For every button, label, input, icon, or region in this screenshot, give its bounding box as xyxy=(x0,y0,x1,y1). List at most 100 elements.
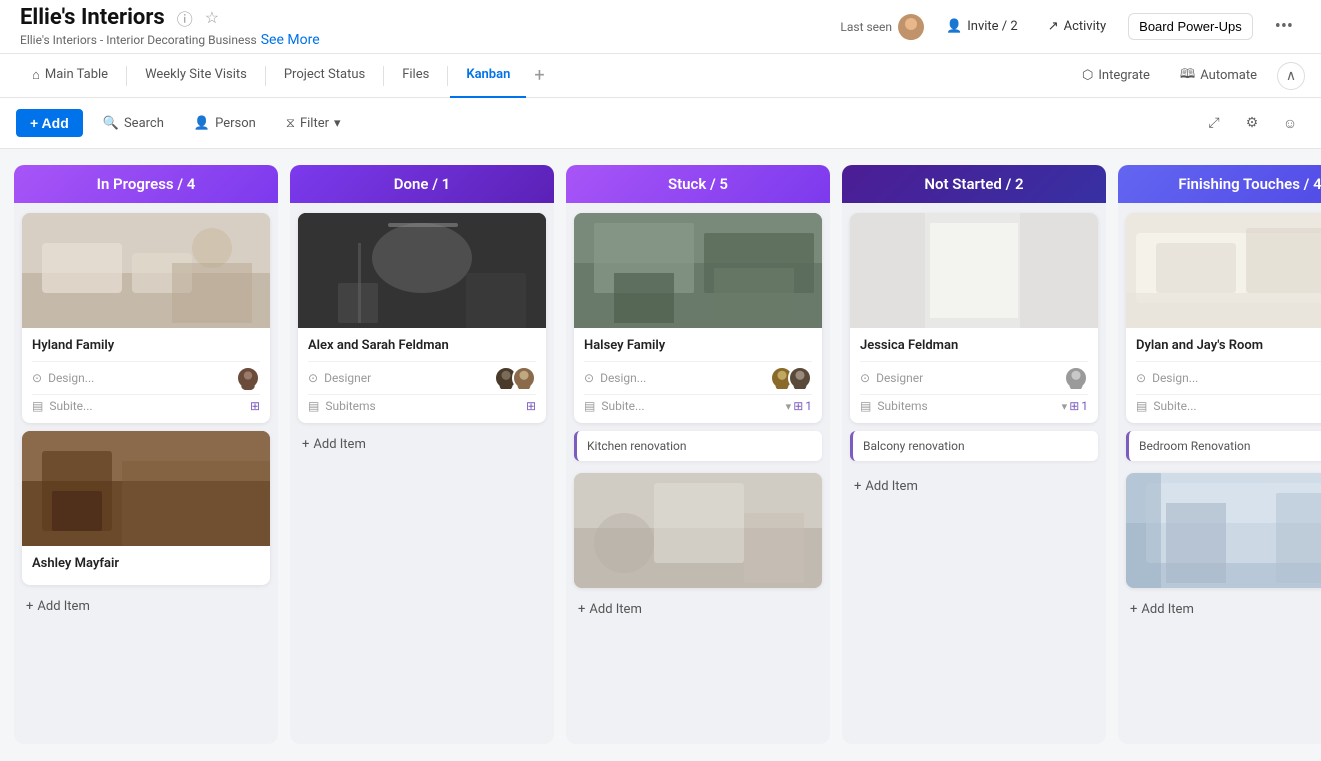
invite-button[interactable]: 👤 Invite / 2 xyxy=(938,15,1026,38)
card-halsey-second[interactable] xyxy=(574,473,822,588)
not-started-add-item-icon: + xyxy=(854,479,861,494)
column-not-started-body: Jessica Feldman ⊙ Designer ▤ Subitems xyxy=(842,203,1106,744)
add-button[interactable]: + Add xyxy=(16,109,83,137)
app-title: Ellie's Interiors xyxy=(20,5,165,30)
tab-project-status[interactable]: Project Status xyxy=(268,54,381,98)
halsey-subitems-count: 1 xyxy=(805,399,812,413)
bedroom-subitem-label: Bedroom Renovation xyxy=(1139,439,1250,453)
card-alex-image xyxy=(298,213,546,328)
tab-separator-2 xyxy=(265,66,266,86)
column-finishing-header: Finishing Touches / 4 xyxy=(1118,165,1321,203)
tab-weekly-site-visits[interactable]: Weekly Site Visits xyxy=(129,54,263,98)
halsey-subitems-icon: ▤ xyxy=(584,399,595,413)
board-power-ups-button[interactable]: Board Power-Ups xyxy=(1128,13,1253,40)
add-tab-button[interactable]: + xyxy=(526,65,552,86)
finishing-add-item[interactable]: + Add Item xyxy=(1126,596,1321,623)
integrate-button[interactable]: ⬡ Integrate xyxy=(1072,64,1160,87)
card-alex-sarah[interactable]: Alex and Sarah Feldman ⊙ Designer xyxy=(298,213,546,423)
tab-main-table[interactable]: ⌂ Main Table xyxy=(16,54,124,98)
info-icon[interactable]: ⓘ xyxy=(177,6,193,30)
more-options-button[interactable]: ••• xyxy=(1267,12,1301,41)
card-ashley-mayfair[interactable]: Ashley Mayfair xyxy=(22,431,270,585)
expand-icon[interactable]: ⤢ xyxy=(1199,108,1229,138)
dylan-designer-icon: ⊙ xyxy=(1136,371,1146,385)
stuck-add-item-label: Add Item xyxy=(589,602,641,617)
home-icon: ⌂ xyxy=(32,67,40,83)
card-halsey-body: Halsey Family ⊙ Design... xyxy=(574,328,822,423)
card-halsey-title: Halsey Family xyxy=(584,338,812,353)
filter-button[interactable]: ⧖ Filter ▾ xyxy=(276,110,351,137)
tab-files[interactable]: Files xyxy=(386,54,445,98)
activity-button[interactable]: ↗ Activity xyxy=(1040,15,1114,38)
column-done-body: Alex and Sarah Feldman ⊙ Designer xyxy=(290,203,554,744)
card-jessica[interactable]: Jessica Feldman ⊙ Designer ▤ Subitems xyxy=(850,213,1098,423)
search-icon: 🔍 xyxy=(103,116,119,131)
card-alex-designer-field: ⊙ Designer xyxy=(308,361,536,394)
alex-subitems-label: Subitems xyxy=(325,399,375,413)
in-progress-add-item[interactable]: + Add Item xyxy=(22,593,270,620)
toolbar-right: ⤢ ⚙ ☺ xyxy=(1199,108,1305,138)
activity-label: Activity xyxy=(1064,19,1107,34)
subitems-field-icon: ▤ xyxy=(32,399,43,413)
card-hyland-title: Hyland Family xyxy=(32,338,260,353)
invite-icon: 👤 xyxy=(946,19,962,34)
card-hyland-family[interactable]: Hyland Family ⊙ Design... ▤ Subite... xyxy=(22,213,270,423)
not-started-subitem-balcony[interactable]: Balcony renovation xyxy=(850,431,1098,461)
card-dylan[interactable]: Dylan and Jay's Room ⊙ Design... ! ▤ xyxy=(1126,213,1321,423)
collapse-button[interactable]: ∧ xyxy=(1277,62,1305,90)
tab-kanban[interactable]: Kanban xyxy=(450,54,526,98)
finishing-subitem-bedroom[interactable]: Bedroom Renovation xyxy=(1126,431,1321,461)
star-icon[interactable]: ☆ xyxy=(205,8,219,27)
header-right: Last seen 👤 Invite / 2 ↗ Activity Board … xyxy=(840,12,1301,41)
jessica-subitems-grid-icon: ⊞ xyxy=(1069,399,1079,413)
person-button[interactable]: 👤 Person xyxy=(184,110,266,137)
integrate-label: Integrate xyxy=(1098,68,1150,83)
card-halsey[interactable]: Halsey Family ⊙ Design... xyxy=(574,213,822,423)
halsey-avatar-2 xyxy=(788,366,812,390)
column-finishing-body: Dylan and Jay's Room ⊙ Design... ! ▤ xyxy=(1118,203,1321,744)
card-halsey-image xyxy=(574,213,822,328)
search-label: Search xyxy=(124,116,164,131)
column-finishing-touches: Finishing Touches / 4 Dylan and Jay's R xyxy=(1118,165,1321,744)
automate-button[interactable]: 🕮 Automate xyxy=(1170,61,1267,91)
person-icon: 👤 xyxy=(194,116,210,131)
settings-icon[interactable]: ⚙ xyxy=(1237,108,1267,138)
alex-subitems-indicator: ⊞ xyxy=(526,399,536,413)
tab-separator-1 xyxy=(126,66,127,86)
not-started-add-item[interactable]: + Add Item xyxy=(850,473,1098,500)
see-more-link[interactable]: See More xyxy=(261,32,320,48)
finishing-add-item-label: Add Item xyxy=(1141,602,1193,617)
stuck-add-item[interactable]: + Add Item xyxy=(574,596,822,623)
done-add-item[interactable]: + Add Item xyxy=(298,431,546,458)
search-button[interactable]: 🔍 Search xyxy=(93,110,174,137)
card-dylan-subitems-field: ▤ Subite... ▾ ⊞ 1 xyxy=(1136,394,1321,417)
tabs-left: ⌂ Main Table Weekly Site Visits Project … xyxy=(16,54,1072,98)
stuck-subitem-kitchen[interactable]: Kitchen renovation xyxy=(574,431,822,461)
jessica-expand-icon: ▾ xyxy=(1062,400,1068,413)
card-finishing-second-image xyxy=(1126,473,1321,588)
dylan-subitems-label: Subite... xyxy=(1153,399,1196,413)
app-subtitle: Ellie's Interiors - Interior Decorating … xyxy=(20,33,257,47)
tab-main-table-label: Main Table xyxy=(45,67,108,82)
stuck-add-item-icon: + xyxy=(578,602,585,617)
tab-kanban-label: Kanban xyxy=(466,67,510,82)
balcony-subitem-label: Balcony renovation xyxy=(863,439,965,453)
halsey-designer-icon: ⊙ xyxy=(584,371,594,385)
column-finishing-title: Finishing Touches / 4 xyxy=(1178,175,1321,193)
tabs-bar: ⌂ Main Table Weekly Site Visits Project … xyxy=(0,54,1321,98)
automate-icon: 🕮 xyxy=(1180,65,1195,87)
top-header: Ellie's Interiors ⓘ ☆ Ellie's Interiors … xyxy=(0,0,1321,54)
done-add-item-icon: + xyxy=(302,437,309,452)
card-alex-subitems-field: ▤ Subitems ⊞ xyxy=(308,394,536,417)
column-not-started-title: Not Started / 2 xyxy=(924,175,1023,193)
smiley-icon[interactable]: ☺ xyxy=(1275,108,1305,138)
hyland-designer-label: Design... xyxy=(48,371,94,385)
column-done-header: Done / 1 xyxy=(290,165,554,203)
dylan-subitems-icon: ▤ xyxy=(1136,399,1147,413)
column-done: Done / 1 Alex and Sarah Fe xyxy=(290,165,554,744)
last-seen-avatar xyxy=(898,14,924,40)
activity-icon: ↗ xyxy=(1048,19,1059,34)
jessica-avatar-1 xyxy=(1064,366,1088,390)
card-finishing-second[interactable] xyxy=(1126,473,1321,588)
column-in-progress-header: In Progress / 4 xyxy=(14,165,278,203)
